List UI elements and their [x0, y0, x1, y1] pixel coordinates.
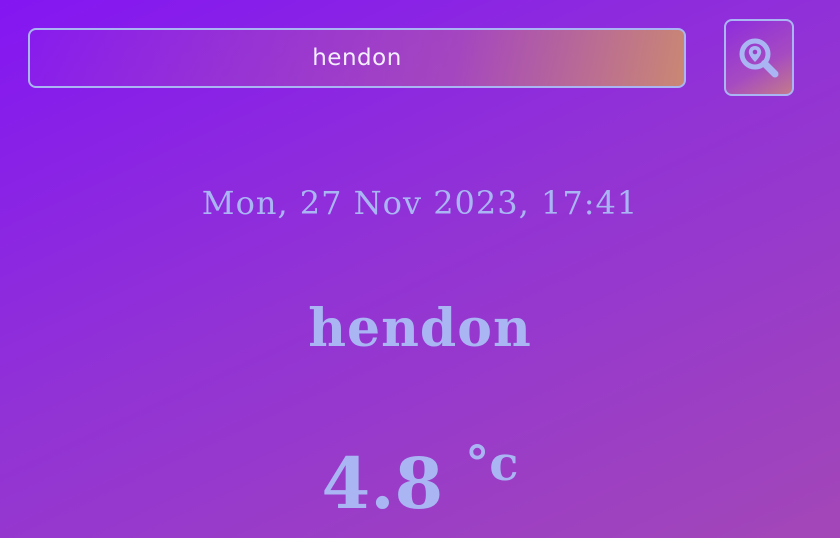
- search-input[interactable]: [30, 29, 684, 87]
- temperature-value: 4.8: [321, 442, 444, 525]
- temperature-unit: °c: [465, 436, 519, 492]
- city-name: hendon: [308, 298, 532, 359]
- map-search-icon: [739, 38, 779, 77]
- date-time: Mon, 27 Nov 2023, 17:41: [201, 184, 639, 222]
- temperature-display: 4.8 °c: [0, 436, 840, 525]
- search-button[interactable]: [724, 19, 794, 96]
- search-box[interactable]: [28, 28, 686, 88]
